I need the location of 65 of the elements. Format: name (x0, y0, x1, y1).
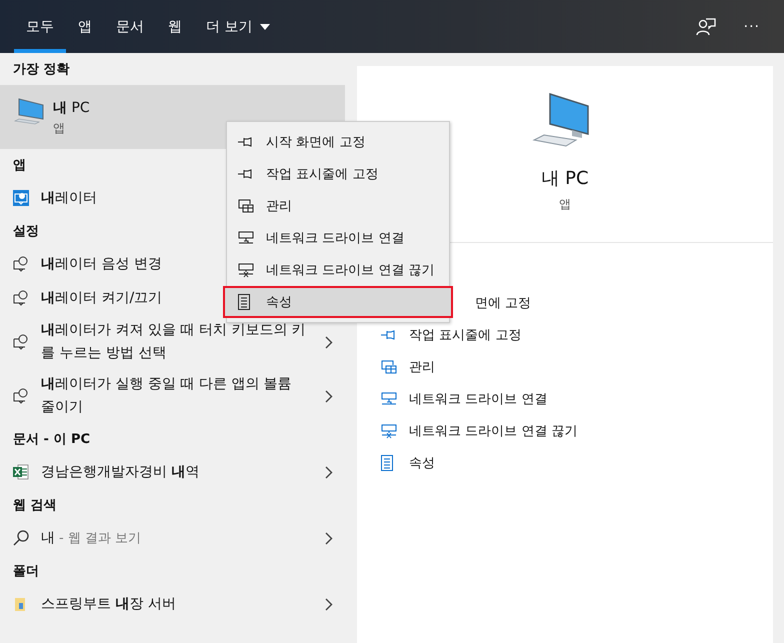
chevron-icon[interactable] (325, 532, 333, 544)
section-header: 문서 - 이 PC (12, 431, 92, 449)
chevron-icon[interactable] (325, 466, 333, 478)
filter-tab[interactable]: 문서 (104, 0, 156, 53)
section-header: 앱 (12, 157, 27, 175)
preview-subtitle: 앱 (559, 196, 571, 213)
result-title: 내 (41, 528, 55, 548)
context-menu-item[interactable]: 속성 (223, 286, 453, 318)
network-drive-disconnect-icon (381, 424, 397, 438)
pin-icon (238, 137, 254, 147)
context-menu-item[interactable]: 네트워크 드라이브 연결 (223, 222, 453, 254)
folder-icon (13, 596, 27, 612)
result-title: 경남은행개발자경비 내역 (41, 462, 200, 482)
more-button[interactable]: ··· (738, 18, 766, 36)
result-title: 내레이터가 켜져 있을 때 터치 키보드의 키를 누르는 방법 선택 (41, 321, 307, 363)
chevron-icon[interactable] (325, 390, 333, 402)
result-item[interactable]: 내레이터가 켜져 있을 때 터치 키보드의 키를 누르는 방법 선택 (0, 315, 345, 369)
caret-icon (260, 24, 270, 30)
result-item[interactable]: 내 - 웹 결과 보기 (0, 521, 345, 555)
spreadsheet-icon (13, 464, 29, 480)
context-menu-item[interactable]: 관리 (223, 190, 453, 222)
search-icon (13, 530, 29, 546)
section-header: 웹 검색 (12, 497, 58, 515)
result-type: 앱 (53, 120, 65, 137)
narrator-settings-icon (13, 334, 29, 350)
result-item[interactable]: 경남은행개발자경비 내역 (0, 455, 345, 489)
feedback-icon[interactable] (696, 18, 716, 36)
preview-action[interactable]: 관리 (357, 351, 773, 383)
context-menu-item[interactable]: 네트워크 드라이브 연결 끊기 (223, 254, 453, 286)
narrator-settings-icon (13, 388, 29, 404)
preview-action[interactable]: 네트워크 드라이브 연결 (357, 383, 773, 415)
pin-icon (381, 330, 397, 340)
section-header: 가장 정확 (12, 61, 71, 79)
section-header: 설정 (12, 223, 40, 241)
preview-title: 내 PC (541, 167, 589, 190)
result-title: 내레이터 (41, 188, 97, 208)
narrator-icon (13, 190, 29, 206)
chevron-icon[interactable] (325, 598, 333, 610)
preview-action[interactable]: 네트워크 드라이브 연결 끊기 (357, 415, 773, 447)
network-drive-disconnect-icon (238, 262, 254, 278)
result-title: 내레이터가 실행 중일 때 다른 앱의 볼륨 줄이기 (41, 375, 293, 417)
result-title: 내 PC (53, 99, 90, 118)
preview-action[interactable]: 속성 (357, 447, 773, 479)
filter-tab[interactable]: 앱 (66, 0, 104, 53)
result-hint: - 웹 결과 보기 (59, 530, 142, 546)
narrator-settings-icon (13, 256, 29, 272)
properties-icon (238, 294, 250, 310)
context-menu-item[interactable]: 작업 표시줄에 고정 (223, 158, 453, 190)
result-title: 내레이터 켜기/끄기 (41, 288, 162, 308)
preview-action[interactable]: 작업 표시줄에 고정 (357, 319, 773, 351)
network-drive-icon (381, 392, 397, 406)
manage-icon (381, 360, 397, 374)
section-header: 폴더 (12, 563, 40, 581)
result-item[interactable]: 스프링부트 내장 서버 (0, 587, 345, 621)
filter-tab[interactable]: 더 보기 (194, 0, 282, 53)
network-drive-icon (238, 231, 254, 245)
pin-icon (238, 169, 254, 179)
result-title: 내레이터 음성 변경 (41, 254, 162, 274)
filter-tab[interactable]: 웹 (156, 0, 194, 53)
manage-icon (238, 199, 254, 213)
result-item[interactable]: 내레이터가 실행 중일 때 다른 앱의 볼륨 줄이기 (0, 369, 345, 423)
chevron-icon[interactable] (325, 336, 333, 348)
properties-icon (381, 455, 393, 471)
narrator-settings-icon (13, 290, 29, 306)
result-title: 스프링부트 내장 서버 (41, 594, 176, 614)
